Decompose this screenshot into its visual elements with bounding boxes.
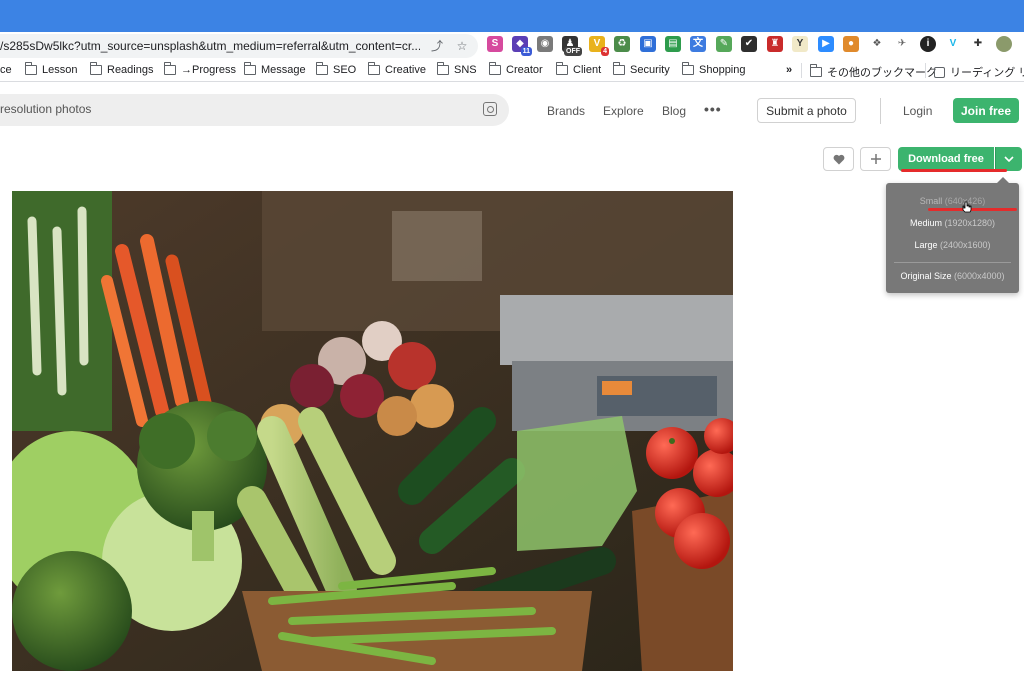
download-free-button[interactable]: Download free xyxy=(898,147,994,171)
header-divider xyxy=(880,98,881,124)
folder-icon xyxy=(809,64,822,77)
folder-icon xyxy=(24,62,37,75)
bookmark-readings[interactable]: Readings xyxy=(89,62,153,76)
heart-icon xyxy=(833,154,844,164)
bookmark-0[interactable]: ce xyxy=(0,64,12,76)
folder-icon xyxy=(612,62,625,75)
bookmark-shopping[interactable]: Shopping xyxy=(681,62,746,76)
search-input[interactable]: resolution photos xyxy=(0,94,509,126)
red-underline-annotation xyxy=(901,169,1007,172)
other-bookmarks[interactable]: その他のブックマーク xyxy=(809,64,937,80)
folder-icon xyxy=(367,62,380,75)
camera-extension-icon[interactable]: ◉ xyxy=(537,36,553,52)
translate-extension-icon[interactable]: 文 xyxy=(690,36,706,52)
extension-10-icon[interactable]: ✎ xyxy=(716,36,732,52)
cookie-extension-icon[interactable]: ● xyxy=(843,36,859,52)
folder-icon xyxy=(488,62,501,75)
bookmark-creative[interactable]: Creative xyxy=(367,62,426,76)
extension-12-icon[interactable]: ♜ xyxy=(767,36,783,52)
bookmark-seo[interactable]: SEO xyxy=(315,62,356,76)
nav-blog[interactable]: Blog xyxy=(662,104,686,118)
nav-brands[interactable]: Brands xyxy=(547,104,585,118)
extension-1-icon[interactable]: S xyxy=(487,36,503,52)
menu-separator xyxy=(894,262,1011,263)
reading-list-icon xyxy=(934,66,945,78)
extension-5-icon[interactable]: V4 xyxy=(589,36,609,56)
add-to-collection-button[interactable] xyxy=(860,147,891,171)
like-button[interactable] xyxy=(823,147,854,171)
submit-photo-button[interactable]: Submit a photo xyxy=(757,98,856,123)
dropbox-extension-icon[interactable]: ❖ xyxy=(869,36,885,52)
extension-17-icon[interactable]: ✈ xyxy=(894,36,910,52)
browser-title-bar xyxy=(0,0,1024,32)
folder-icon xyxy=(163,62,176,75)
profile-avatar[interactable] xyxy=(996,36,1012,52)
site-header: resolution photos Brands Explore Blog ••… xyxy=(0,83,1024,139)
plus-icon xyxy=(870,154,881,164)
nav-explore[interactable]: Explore xyxy=(603,104,644,118)
chevron-down-icon xyxy=(1004,156,1014,162)
extension-7-icon[interactable]: ▣ xyxy=(640,36,656,52)
bookmark-client[interactable]: Client xyxy=(555,62,601,76)
download-option-large[interactable]: Large (2400x1600) xyxy=(886,240,1019,250)
download-options-button[interactable] xyxy=(995,147,1022,171)
extension-8-icon[interactable]: ▤ xyxy=(665,36,681,52)
address-bar[interactable]: /s285sDw5lkc?utm_source=unsplash&utm_med… xyxy=(0,34,478,58)
bookmark-divider xyxy=(925,63,926,78)
vimeo-extension-icon[interactable]: V xyxy=(945,36,961,52)
more-menu-icon[interactable]: ••• xyxy=(704,101,722,117)
download-option-original[interactable]: Original Size (6000x4000) xyxy=(886,271,1019,281)
extension-4-icon[interactable]: ♟ OFF xyxy=(562,36,582,56)
recycle-extension-icon[interactable]: ♻ xyxy=(614,36,630,52)
download-option-medium[interactable]: Medium (1920x1280) xyxy=(886,218,1019,228)
bookmark-security[interactable]: Security xyxy=(612,62,670,76)
visual-search-icon[interactable] xyxy=(483,102,497,116)
folder-icon xyxy=(681,62,694,75)
extension-13-icon[interactable]: Y xyxy=(792,36,808,52)
vegetable-market-image xyxy=(12,191,733,671)
main-photo-vegetables[interactable] xyxy=(12,191,733,671)
bookmark-progress[interactable]: →Progress xyxy=(163,62,236,76)
login-link[interactable]: Login xyxy=(903,104,932,118)
folder-icon xyxy=(89,62,102,75)
search-placeholder: resolution photos xyxy=(0,102,92,116)
bookmarks-bar: ce Lesson Readings →Progress Message SEO… xyxy=(0,60,1024,82)
bookmark-divider xyxy=(801,63,802,78)
download-option-small[interactable]: Small (640x426) xyxy=(886,196,1019,206)
bookmark-sns[interactable]: SNS xyxy=(436,62,477,76)
zoom-extension-icon[interactable]: ▶ xyxy=(818,36,834,52)
bookmark-star-icon[interactable]: ☆ xyxy=(455,39,469,53)
url-text: /s285sDw5lkc?utm_source=unsplash&utm_med… xyxy=(0,39,420,53)
hand-cursor-icon xyxy=(962,201,972,213)
extension-18-icon[interactable]: i xyxy=(920,36,936,52)
bookmark-lesson[interactable]: Lesson xyxy=(24,62,77,76)
folder-icon xyxy=(315,62,328,75)
join-free-button[interactable]: Join free xyxy=(953,98,1019,123)
reading-list[interactable]: リーディング リス xyxy=(934,64,1024,80)
bookmark-message[interactable]: Message xyxy=(243,62,306,76)
folder-icon xyxy=(243,62,256,75)
share-icon[interactable]: ⤴ xyxy=(430,39,444,53)
red-underline-annotation xyxy=(928,208,1017,211)
folder-icon xyxy=(436,62,449,75)
extensions-puzzle-icon[interactable]: ✚ xyxy=(970,36,986,52)
more-bookmarks-chevron-icon[interactable]: » xyxy=(786,64,792,76)
extension-2-icon[interactable]: ◆ 11 xyxy=(512,36,532,56)
folder-icon xyxy=(555,62,568,75)
bookmark-creator[interactable]: Creator xyxy=(488,62,543,76)
extension-11-icon[interactable]: ✔ xyxy=(741,36,757,52)
